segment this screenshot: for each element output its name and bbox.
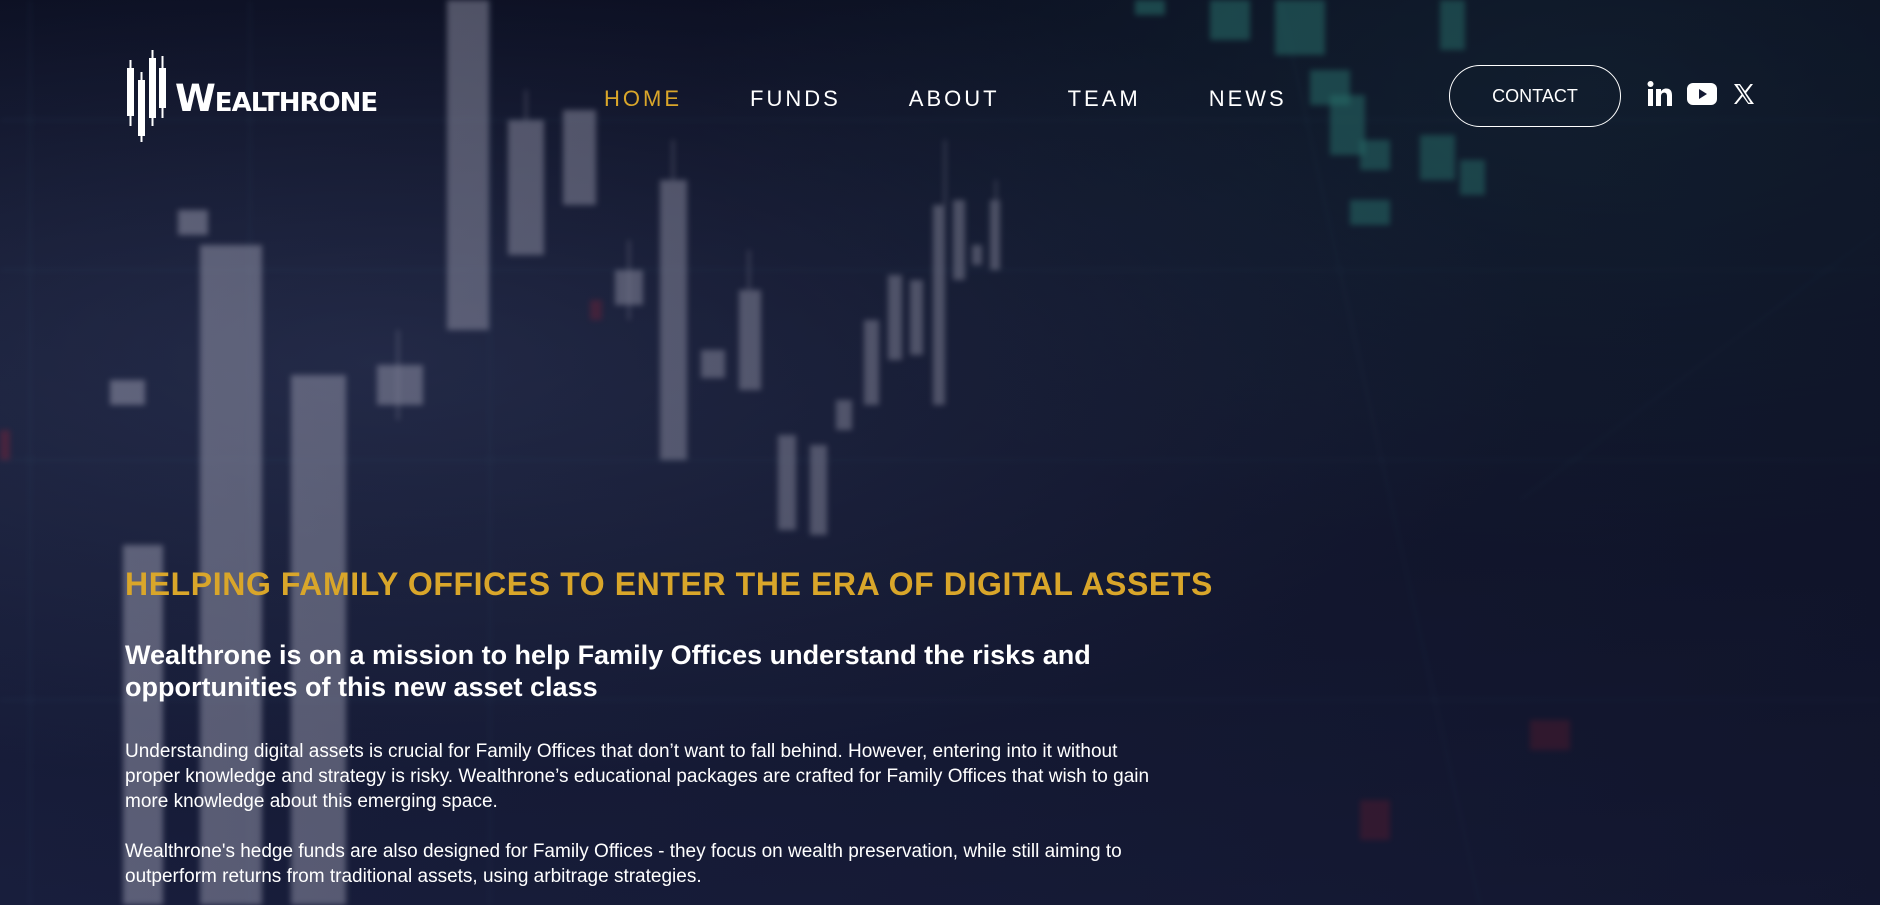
hero-paragraph-education: Understanding digital assets is crucial … [125, 741, 1150, 812]
social-links [1646, 80, 1758, 108]
logo[interactable]: Wealthrone [125, 50, 378, 147]
nav-item-home[interactable]: HOME [604, 86, 682, 112]
nav-item-about[interactable]: ABOUT [909, 86, 1000, 112]
hero-subheading: Wealthrone is on a mission to help Famil… [125, 640, 1091, 702]
x-icon[interactable] [1730, 80, 1758, 108]
youtube-icon[interactable] [1686, 80, 1718, 108]
main-nav: HOME FUNDS ABOUT TEAM NEWS [604, 86, 1287, 112]
hero-section: HELPING FAMILY OFFICES TO ENTER THE ERA … [125, 566, 1325, 889]
contact-button[interactable]: CONTACT [1449, 65, 1621, 127]
nav-item-team[interactable]: TEAM [1068, 86, 1141, 112]
hero-heading: HELPING FAMILY OFFICES TO ENTER THE ERA … [125, 566, 1213, 602]
candlestick-w-icon [125, 50, 169, 147]
nav-item-funds[interactable]: FUNDS [750, 86, 841, 112]
logo-wordmark: Wealthrone [175, 77, 378, 120]
nav-item-news[interactable]: NEWS [1209, 86, 1287, 112]
page: Wealthrone HOME FUNDS ABOUT TEAM NEWS CO… [0, 0, 1880, 905]
hero-paragraph-funds: Wealthrone's hedge funds are also design… [125, 841, 1122, 887]
linkedin-icon[interactable] [1646, 80, 1674, 108]
